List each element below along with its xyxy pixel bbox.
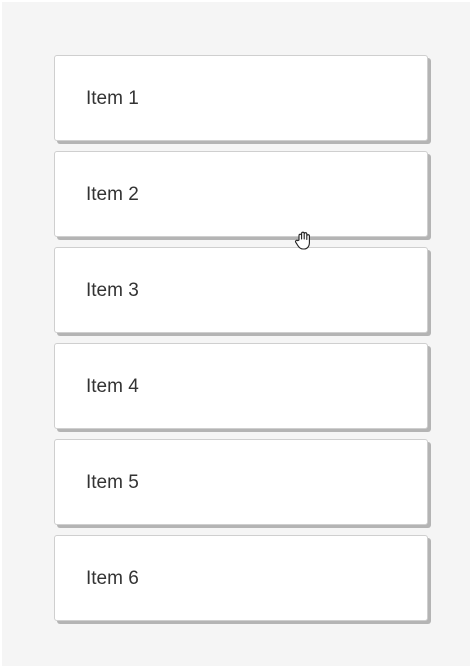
list-item-label: Item 5 bbox=[86, 472, 139, 493]
list-item-4[interactable]: Item 4 bbox=[54, 343, 428, 429]
list-item-label: Item 2 bbox=[86, 184, 139, 205]
list-item-3[interactable]: Item 3 bbox=[54, 247, 428, 333]
list-item-1[interactable]: Item 1 bbox=[54, 55, 428, 141]
list-item-label: Item 4 bbox=[86, 376, 139, 397]
list-item-5[interactable]: Item 5 bbox=[54, 439, 428, 525]
page-background: Item 1 Item 2 Item 3 Item 4 Item 5 Item … bbox=[2, 2, 470, 666]
list-item-label: Item 3 bbox=[86, 280, 139, 301]
list-item-label: Item 1 bbox=[86, 88, 139, 109]
list-item-2[interactable]: Item 2 bbox=[54, 151, 428, 237]
list-item-6[interactable]: Item 6 bbox=[54, 535, 428, 621]
list-item-label: Item 6 bbox=[86, 568, 139, 589]
sortable-list: Item 1 Item 2 Item 3 Item 4 Item 5 Item … bbox=[54, 55, 430, 631]
